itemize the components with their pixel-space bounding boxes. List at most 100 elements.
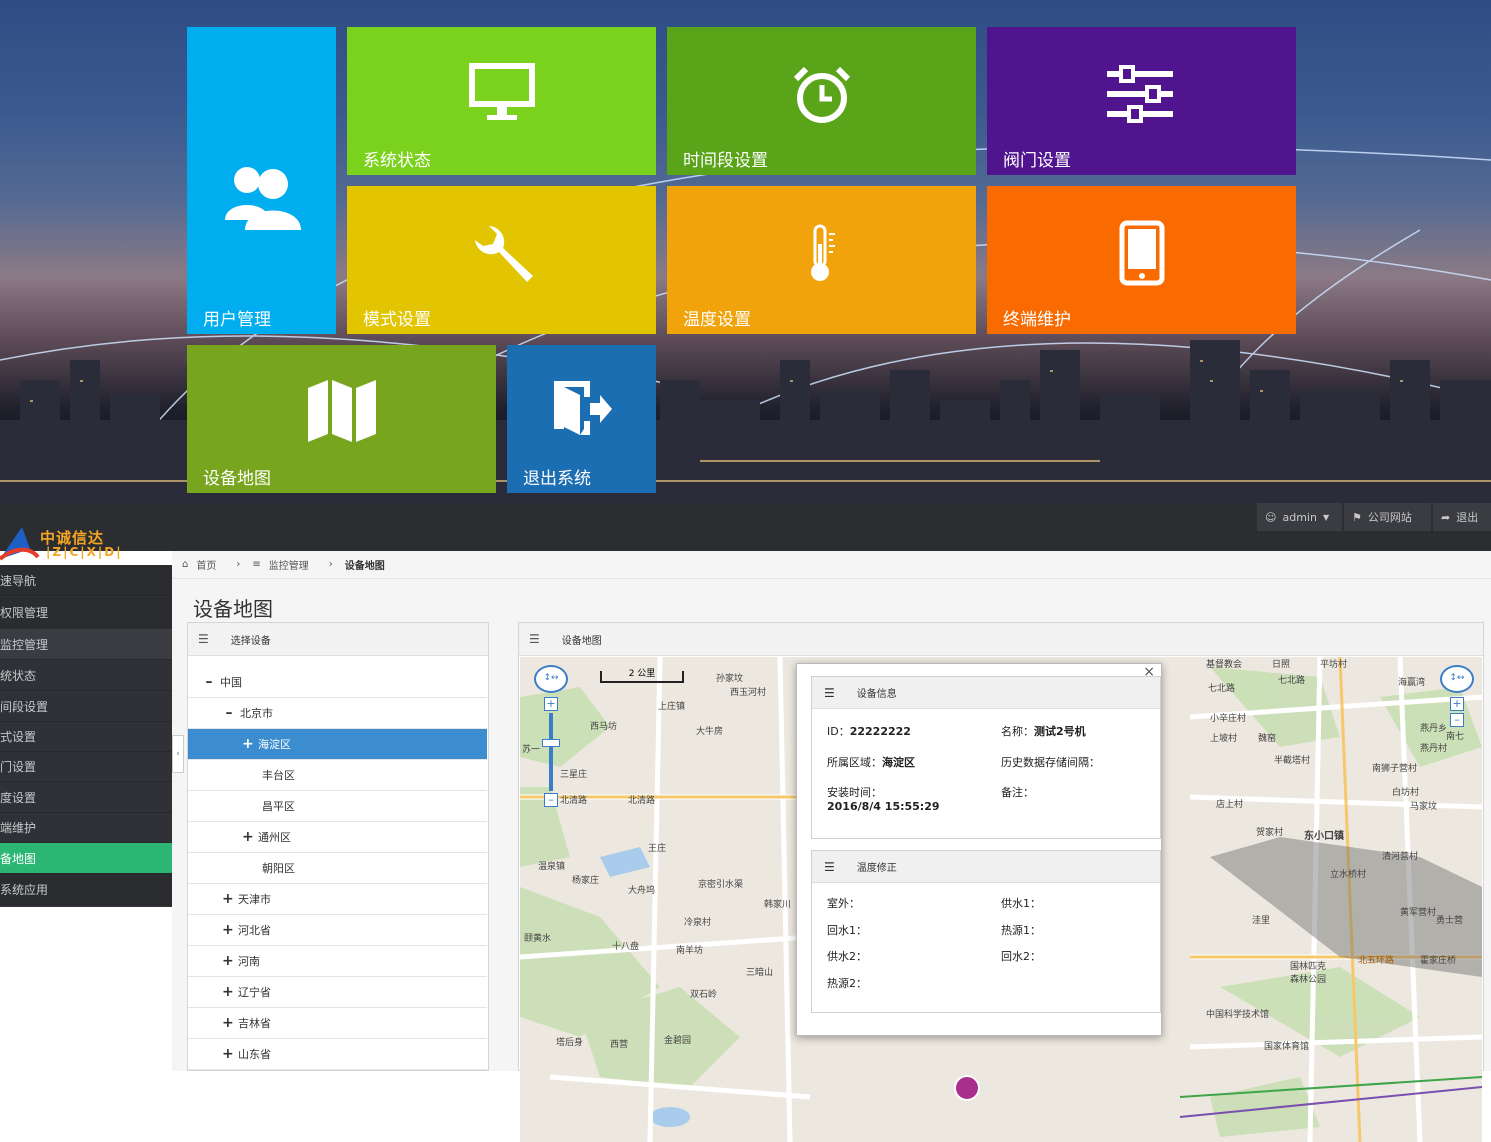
main-content: ⌂ 首页 › ≡ 监控管理 › 设备地图 设备地图 ‹ ☰ 选择设备 – 中国 –… (172, 551, 1491, 1142)
sidebar-item-time-settings[interactable]: 间段设置 (0, 691, 172, 722)
device-info-box: ☰ 设备信息 ID：22222222 名称：测试2号机 所属区域：海淀区 历史数… (811, 676, 1161, 839)
tree-node-tianjin[interactable]: + 天津市 (188, 884, 487, 915)
sidebar-item-system-status[interactable]: 统状态 (0, 660, 172, 691)
tree-node-label: 通州区 (258, 831, 291, 844)
field-label: 所属区域： (827, 756, 882, 769)
tile-label: 终端维护 (1003, 310, 1071, 330)
breadcrumb-section[interactable]: 监控管理 (269, 557, 309, 572)
tree-panel-title: 选择设备 (230, 635, 271, 647)
tree-node-shandong[interactable]: + 山东省 (188, 1039, 487, 1070)
tile-terminal-maintenance[interactable]: 终端维护 (987, 186, 1296, 334)
map-label: 小辛庄村 (1210, 714, 1247, 724)
tree-node-chaoyang[interactable]: 朝阳区 (188, 853, 487, 884)
scale-label: 2 公里 (628, 669, 656, 679)
tree-node-label: 昌平区 (262, 800, 295, 813)
map-label: 三暗山 (746, 968, 774, 978)
plus-icon: + (222, 1046, 234, 1062)
tree-node-henan[interactable]: + 河南 (188, 946, 487, 977)
device-info-popup: × ☰ 设备信息 ID：22222222 名称：测试2号机 所属区域：海淀区 历… (796, 663, 1162, 1036)
tile-mode-settings[interactable]: 模式设置 (347, 186, 656, 334)
tile-logout[interactable]: 退出系统 (507, 345, 656, 493)
sidebar-item-device-map[interactable]: 备地图 (0, 843, 172, 874)
list-icon: ☰ (529, 632, 540, 646)
sidebar-item-valve-settings[interactable]: 门设置 (0, 751, 172, 782)
map-canvas[interactable]: ↕↔ + – ↕↔ + – 2 公里 上庄镇 西马坊 大牛房 苏一 三星庄 北清… (520, 657, 1482, 1142)
map-label: 贺家村 (1256, 828, 1284, 838)
logout-icon (507, 377, 656, 443)
exit-link[interactable]: ➦ 退出 (1432, 503, 1491, 531)
tree-node-label: 丰台区 (262, 769, 295, 782)
sidebar-collapse-toggle[interactable]: ‹ (172, 735, 184, 773)
map-label: 冷泉村 (684, 918, 712, 928)
map-pan-control-right[interactable]: ↕↔ (1440, 665, 1474, 693)
tree-node-beijing[interactable]: – 北京市 (188, 698, 487, 729)
device-info-header: ☰ 设备信息 (812, 677, 1160, 709)
zoom-out-button-right[interactable]: – (1450, 713, 1464, 727)
device-name-field: 名称：测试2号机 (1001, 723, 1086, 739)
top-navbar: ☺ admin ▼ ⚑ 公司网站 ➦ 退出 (0, 503, 1491, 551)
tile-valve-settings[interactable]: 阀门设置 (987, 27, 1296, 175)
sidebar-item-label: 间段设置 (0, 699, 49, 714)
note-field: 备注： (1001, 784, 1034, 800)
minus-icon: – (205, 674, 213, 690)
sidebar-item-mode-settings[interactable]: 式设置 (0, 721, 172, 752)
map-label: 白坊村 (1392, 788, 1420, 798)
sidebar-item-monitoring[interactable]: 监控管理 (0, 629, 172, 660)
sidebar-item-label: 备地图 (0, 851, 37, 866)
plus-icon: + (242, 829, 254, 845)
tile-temperature-settings[interactable]: 温度设置 (667, 186, 976, 334)
map-label: 大舟坞 (628, 886, 656, 896)
scale-bar: 2 公里 (600, 669, 684, 683)
sidebar-item-system-apps[interactable]: 系统应用 (0, 874, 172, 905)
sidebar-filler (0, 907, 172, 1071)
plus-icon: + (222, 1015, 234, 1031)
tree-node-liaoning[interactable]: + 辽宁省 (188, 977, 487, 1008)
map-label: 西马坊 (590, 722, 618, 732)
sidebar-item-quick-nav[interactable]: 速导航 (0, 565, 172, 596)
map-label: 京密引水渠 (698, 880, 744, 890)
flag-icon: ⚑ (1352, 510, 1362, 524)
zoom-out-button[interactable]: – (544, 793, 558, 807)
tile-label: 温度设置 (683, 310, 751, 330)
sidebar-item-temp-settings[interactable]: 度设置 (0, 782, 172, 813)
tile-time-settings[interactable]: 时间段设置 (667, 27, 976, 175)
map-label: 北五环路 (1358, 956, 1395, 966)
map-label: 燕丹村 (1420, 744, 1448, 754)
company-site-link[interactable]: ⚑ 公司网站 (1343, 503, 1431, 531)
device-area-field: 所属区域：海淀区 (827, 754, 915, 770)
tile-system-status[interactable]: 系统状态 (347, 27, 656, 175)
tile-label: 系统状态 (363, 151, 431, 171)
tree-node-jilin[interactable]: + 吉林省 (188, 1008, 487, 1039)
tile-device-map[interactable]: 设备地图 (187, 345, 496, 493)
map-label: 清河营村 (1382, 852, 1419, 862)
sidebar-item-permissions[interactable]: 权限管理 (0, 597, 172, 628)
zoom-in-button[interactable]: + (544, 697, 558, 711)
sidebar-item-label: 度设置 (0, 790, 37, 805)
map-label: 七北路 (1208, 684, 1236, 694)
sidebar-item-label: 统状态 (0, 668, 37, 683)
map-label: 日照 (1272, 660, 1291, 670)
tree-node-label: 天津市 (238, 893, 271, 906)
map-label: 南羊坊 (676, 946, 704, 956)
tree-node-hebei[interactable]: + 河北省 (188, 915, 487, 946)
map-pan-control[interactable]: ↕↔ (534, 665, 568, 693)
tile-user-management[interactable]: 用户管理 (187, 27, 336, 334)
tree-node-china[interactable]: – 中国 (188, 667, 487, 698)
zoom-in-button-right[interactable]: + (1450, 697, 1464, 711)
temperature-correction-box: ☰ 温度修正 室外： 供水1： 回水1： 热源1： 供水2： 回水2： 热源2： (811, 850, 1161, 1013)
tree-node-tongzhou[interactable]: + 通州区 (188, 822, 487, 853)
tree-node-changping[interactable]: 昌平区 (188, 791, 487, 822)
map-icon (187, 380, 496, 442)
tree-node-label: 河南 (238, 955, 260, 968)
device-id-field: ID：22222222 (827, 723, 911, 739)
device-marker-icon[interactable] (954, 1075, 980, 1101)
admin-user-menu[interactable]: ☺ admin ▼ (1256, 503, 1342, 531)
zoom-slider-handle[interactable] (542, 739, 560, 747)
map-label: 国家体育馆 (1264, 1042, 1310, 1052)
tree-node-haidian[interactable]: + 海淀区 (188, 729, 487, 760)
sidebar-item-terminal[interactable]: 端维护 (0, 812, 172, 843)
breadcrumb-current: 设备地图 (344, 561, 385, 572)
tree-node-fengtai[interactable]: 丰台区 (188, 760, 487, 791)
breadcrumb-home[interactable]: 首页 (196, 557, 216, 572)
zoom-slider[interactable] (549, 713, 553, 791)
